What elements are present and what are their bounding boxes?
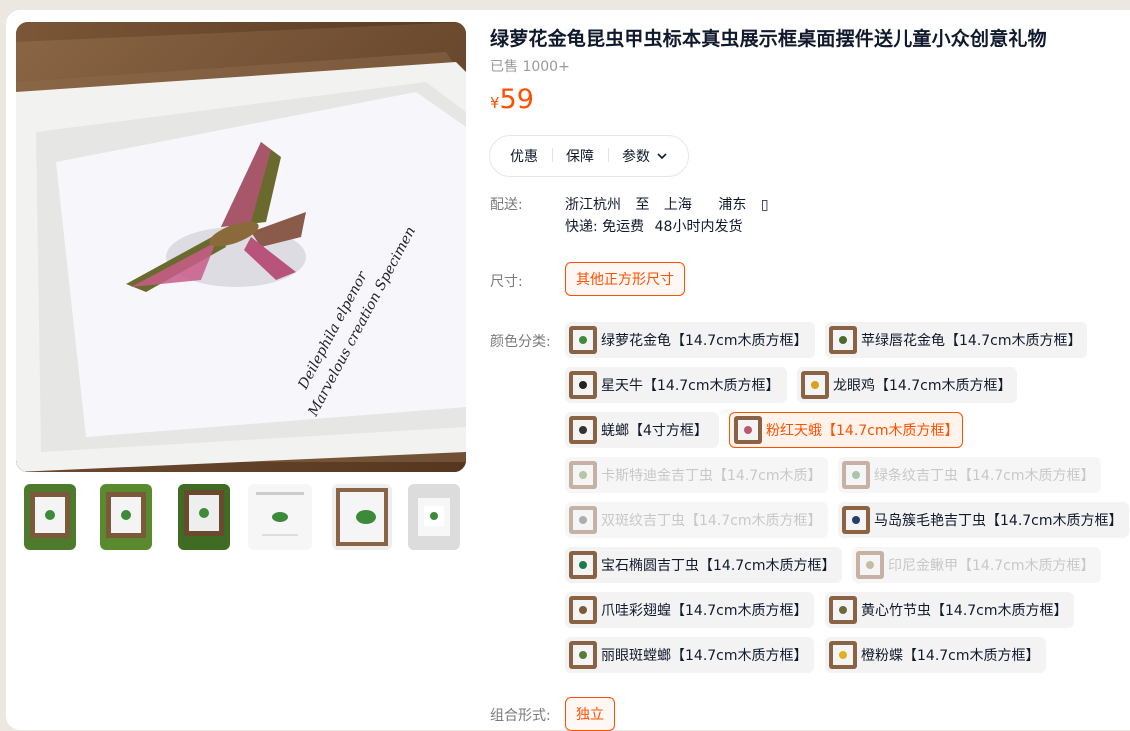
- color-option[interactable]: 丽眼斑螳螂【14.7cm木质方框】: [565, 637, 814, 673]
- specimen-swatch-icon: [569, 596, 597, 624]
- color-option-label: 蜣螂【4寸方框】: [601, 423, 708, 439]
- color-label: 颜色分类:: [490, 334, 551, 350]
- info-pill-group: 优惠 保障 参数: [489, 135, 689, 177]
- combo-option-selected[interactable]: 独立: [565, 697, 615, 731]
- ship-time: 48小时内发货: [654, 219, 743, 235]
- color-option-label: 黄心竹节虫【14.7cm木质方框】: [861, 603, 1068, 619]
- color-option[interactable]: 绿萝花金龟【14.7cm木质方框】: [565, 322, 815, 358]
- currency-symbol: ¥: [490, 94, 500, 112]
- color-option[interactable]: 马岛簇毛艳吉丁虫【14.7cm木质方框】: [838, 502, 1129, 538]
- delivery-route[interactable]: 浙江杭州 至 上海 浦东 ▯: [565, 194, 779, 214]
- color-option-label: 马岛簇毛艳吉丁虫【14.7cm木质方框】: [874, 513, 1123, 529]
- color-option: 印尼金鳅甲【14.7cm木质方框】: [852, 547, 1101, 583]
- color-option: 绿条纹吉丁虫【14.7cm木质方框】: [838, 457, 1101, 493]
- delivery-label: 配送:: [490, 197, 523, 213]
- specimen-swatch-icon: [569, 551, 597, 579]
- beetle-frame-thumb-icon: [24, 484, 76, 550]
- params-label: 参数: [622, 149, 650, 165]
- color-option-label: 粉红天蛾【14.7cm木质方框】: [766, 423, 959, 439]
- color-option[interactable]: 粉红天蛾【14.7cm木质方框】: [729, 412, 963, 448]
- chevron-down-icon: [657, 153, 667, 160]
- color-option[interactable]: 橙粉蝶【14.7cm木质方框】: [825, 637, 1046, 673]
- color-option[interactable]: 苹绿唇花金龟【14.7cm木质方框】: [825, 322, 1087, 358]
- express-fee: 快递: 免运费: [565, 219, 645, 235]
- color-option-label: 苹绿唇花金龟【14.7cm木质方框】: [861, 333, 1082, 349]
- specimen-swatch-icon: [842, 461, 870, 489]
- guarantee-pill[interactable]: 保障: [552, 146, 608, 166]
- color-option: 卡斯特迪金吉丁虫【14.7cm木质】: [565, 457, 828, 493]
- info-card-thumb-icon: [248, 484, 312, 550]
- thumbnail-2[interactable]: [100, 484, 152, 550]
- color-option-label: 龙眼鸡【14.7cm木质方框】: [833, 378, 1012, 394]
- beetle-frame-thumb-icon: [178, 484, 230, 550]
- beetle-closeup-thumb-icon: [332, 484, 392, 550]
- color-option-label: 爪哇彩翅蝗【14.7cm木质方框】: [601, 603, 808, 619]
- specimen-swatch-icon: [842, 506, 870, 534]
- color-option-label: 宝石椭圆吉丁虫【14.7cm木质方框】: [601, 558, 836, 574]
- thumbnail-3[interactable]: [178, 484, 230, 550]
- color-option-label: 橙粉蝶【14.7cm木质方框】: [861, 648, 1040, 664]
- color-option-label: 绿条纹吉丁虫【14.7cm木质方框】: [874, 468, 1095, 484]
- white-frame-thumb-icon: [408, 484, 460, 550]
- specimen-swatch-icon: [801, 371, 829, 399]
- sold-count: 已售 1000+: [490, 59, 570, 75]
- combo-label: 组合形式:: [490, 708, 551, 724]
- color-option[interactable]: 龙眼鸡【14.7cm木质方框】: [797, 367, 1017, 403]
- color-option[interactable]: 宝石椭圆吉丁虫【14.7cm木质方框】: [565, 547, 842, 583]
- size-label: 尺寸:: [490, 274, 523, 290]
- color-option[interactable]: 黄心竹节虫【14.7cm木质方框】: [825, 592, 1074, 628]
- specimen-swatch-icon: [569, 371, 597, 399]
- discount-pill[interactable]: 优惠: [490, 146, 552, 166]
- thumbnail-4[interactable]: [248, 484, 312, 550]
- color-option-label: 卡斯特迪金吉丁虫【14.7cm木质】: [601, 468, 822, 484]
- price: ¥59: [490, 84, 534, 115]
- specimen-swatch-icon: [856, 551, 884, 579]
- specimen-swatch-icon: [569, 641, 597, 669]
- color-option: 双斑纹吉丁虫【14.7cm木质方框】: [565, 502, 828, 538]
- thumbnail-6[interactable]: [408, 484, 460, 550]
- specimen-swatch-icon: [569, 506, 597, 534]
- color-option-label: 双斑纹吉丁虫【14.7cm木质方框】: [601, 513, 822, 529]
- color-option-label: 星天牛【14.7cm木质方框】: [601, 378, 780, 394]
- location-icon[interactable]: ▯: [761, 197, 769, 213]
- color-option-label: 绿萝花金龟【14.7cm木质方框】: [601, 333, 808, 349]
- beetle-frame-thumb-icon: [100, 484, 152, 550]
- specimen-swatch-icon: [829, 326, 857, 354]
- ship-from: 浙江杭州: [565, 197, 621, 213]
- ship-to-word: 至: [635, 197, 650, 213]
- params-pill[interactable]: 参数: [608, 146, 682, 166]
- product-title: 绿萝花金龟昆虫甲虫标本真虫展示框桌面摆件送儿童小众创意礼物: [490, 28, 1047, 50]
- ship-district: 浦东: [718, 197, 747, 213]
- color-option[interactable]: 蜣螂【4寸方框】: [565, 412, 719, 448]
- delivery-info: 快递: 免运费 48小时内发货: [565, 216, 742, 236]
- main-product-image[interactable]: Deilephila elpenor Marvelous creation Sp…: [16, 22, 466, 472]
- ship-city: 上海: [663, 197, 692, 213]
- specimen-swatch-icon: [734, 416, 762, 444]
- color-option-label: 印尼金鳅甲【14.7cm木质方框】: [888, 558, 1095, 574]
- thumbnail-strip: [16, 482, 476, 554]
- thumbnail-5[interactable]: [332, 484, 392, 550]
- color-option-label: 丽眼斑螳螂【14.7cm木质方框】: [601, 648, 808, 664]
- color-option[interactable]: 爪哇彩翅蝗【14.7cm木质方框】: [565, 592, 814, 628]
- specimen-swatch-icon: [569, 326, 597, 354]
- price-value: 59: [499, 84, 534, 115]
- thumbnail-1[interactable]: [24, 484, 76, 550]
- size-option-selected[interactable]: 其他正方形尺寸: [565, 262, 685, 296]
- color-option[interactable]: 星天牛【14.7cm木质方框】: [565, 367, 787, 403]
- specimen-swatch-icon: [829, 641, 857, 669]
- framed-moth-specimen-image: Deilephila elpenor Marvelous creation Sp…: [16, 22, 466, 472]
- specimen-swatch-icon: [829, 596, 857, 624]
- specimen-swatch-icon: [569, 461, 597, 489]
- specimen-swatch-icon: [569, 416, 597, 444]
